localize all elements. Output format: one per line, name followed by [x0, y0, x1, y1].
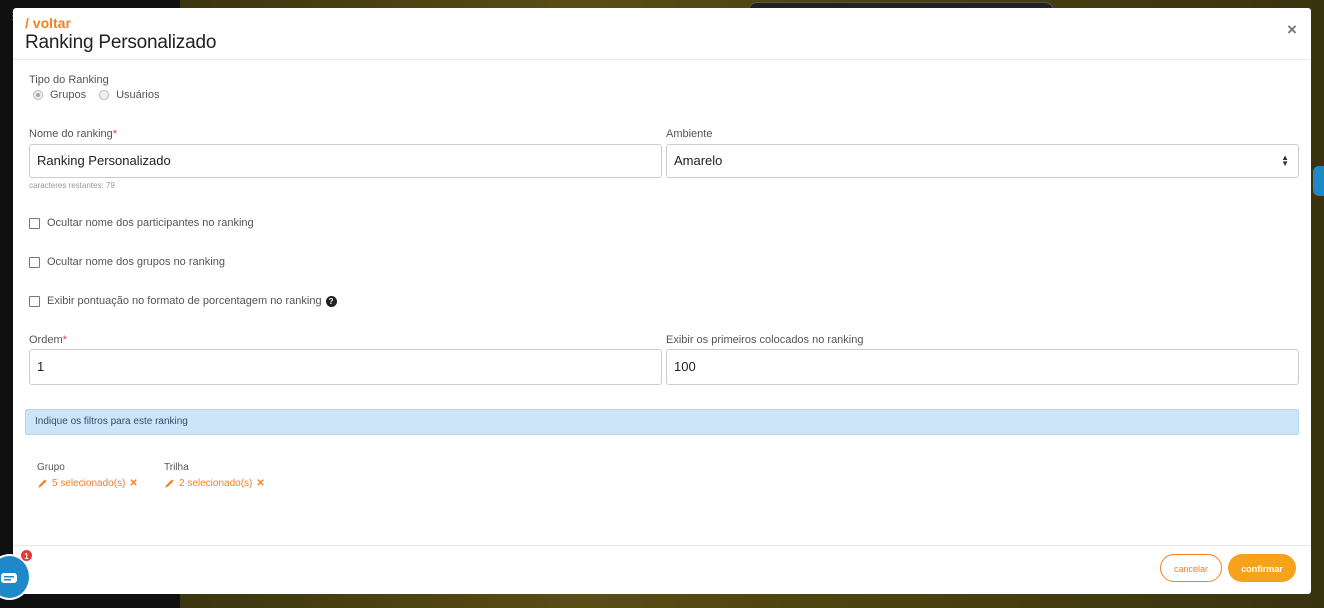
cancel-button[interactable]: cancelar	[1160, 554, 1222, 582]
environment-select[interactable]: Amarelo ▲ ▼	[666, 144, 1299, 178]
pencil-icon	[38, 479, 47, 488]
checkbox-box[interactable]	[29, 295, 40, 307]
checkbox-label: Exibir pontuação no formato de porcentag…	[47, 295, 322, 307]
notification-badge: 1	[20, 549, 33, 562]
order-input[interactable]: 1	[29, 349, 662, 385]
filter-trail-label: Trilha	[164, 462, 189, 473]
checkbox-label: Ocultar nome dos participantes no rankin…	[47, 217, 254, 229]
ranking-modal: / voltar Ranking Personalizado × Tipo do…	[13, 8, 1311, 594]
pencil-icon	[165, 479, 174, 488]
checkbox-box[interactable]	[29, 256, 40, 268]
filter-group-count: 5 selecionado(s)	[52, 478, 126, 489]
filter-group-label: Grupo	[37, 462, 65, 473]
side-tab[interactable]	[1313, 166, 1324, 196]
footer-divider	[13, 545, 1311, 546]
ranking-type-options: Grupos Usuários	[33, 89, 159, 101]
checkbox-box[interactable]	[29, 217, 40, 229]
header-divider	[13, 59, 1311, 60]
radio-grupos[interactable]	[33, 90, 43, 100]
menu-dots-icon: ⋮	[8, 12, 18, 28]
environment-label: Ambiente	[666, 128, 713, 140]
chars-remaining: caracteres restantes: 79	[29, 181, 115, 190]
ranking-name-label: Nome do ranking*	[29, 128, 118, 140]
back-link[interactable]: / voltar	[25, 15, 71, 31]
select-arrows-icon: ▲ ▼	[1281, 153, 1289, 168]
modal-title: Ranking Personalizado	[25, 32, 217, 53]
filter-trail-value[interactable]: 2 selecionado(s) ✕	[164, 478, 265, 489]
radio-usuarios[interactable]	[99, 90, 110, 100]
checkbox-percentage-score[interactable]: Exibir pontuação no formato de porcentag…	[29, 295, 337, 307]
checkbox-hide-groups[interactable]: Ocultar nome dos grupos no ranking	[29, 256, 225, 268]
filter-group-value[interactable]: 5 selecionado(s) ✕	[37, 478, 138, 489]
remove-filter-icon[interactable]: ✕	[129, 478, 137, 489]
chat-icon	[1, 573, 17, 583]
remove-filter-icon[interactable]: ✕	[256, 478, 264, 489]
filter-trail-count: 2 selecionado(s)	[179, 478, 253, 489]
order-label: Ordem*	[29, 334, 67, 346]
ranking-type-label: Tipo do Ranking	[29, 74, 109, 86]
checkbox-hide-participants[interactable]: Ocultar nome dos participantes no rankin…	[29, 217, 254, 229]
top-positions-input[interactable]: 100	[666, 349, 1299, 385]
radio-usuarios-label: Usuários	[116, 89, 160, 101]
close-icon[interactable]: ×	[1287, 20, 1297, 40]
environment-value: Amarelo	[674, 153, 723, 168]
ranking-name-input[interactable]: Ranking Personalizado	[29, 144, 662, 178]
help-icon[interactable]: ?	[325, 295, 337, 307]
confirm-button[interactable]: confirmar	[1228, 554, 1296, 582]
radio-grupos-label: Grupos	[50, 89, 87, 101]
filters-info-bar: Indique os filtros para este ranking	[25, 409, 1299, 435]
checkbox-label: Ocultar nome dos grupos no ranking	[47, 256, 225, 268]
top-positions-label: Exibir os primeiros colocados no ranking	[666, 334, 864, 346]
